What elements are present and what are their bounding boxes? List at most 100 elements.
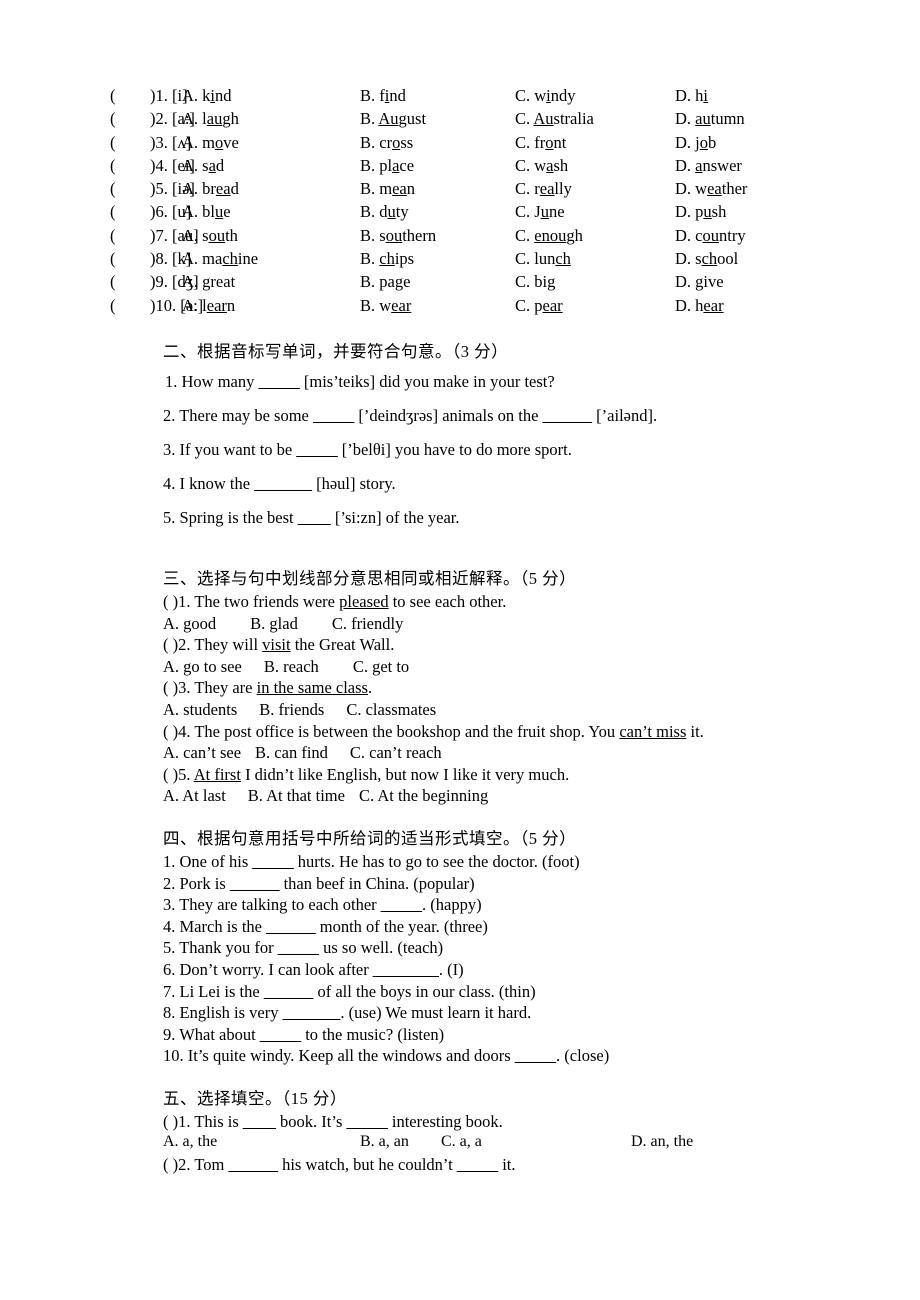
table-row: ()4. [ei] A. sad B. place C. wash D. answer: [110, 154, 840, 177]
option-b[interactable]: B. wear: [360, 294, 411, 317]
option-c[interactable]: C. get to: [353, 656, 409, 678]
answer-bracket[interactable]: (: [110, 107, 116, 130]
option-b[interactable]: B. page: [360, 270, 410, 293]
answer-blank[interactable]: ______: [264, 982, 314, 1001]
answer-blank[interactable]: ____: [298, 508, 331, 527]
answer-bracket[interactable]: ( )1.: [163, 1112, 191, 1131]
answer-blank[interactable]: _______: [254, 474, 312, 493]
option-b[interactable]: B. August: [360, 107, 426, 130]
option-c[interactable]: C. big: [515, 270, 555, 293]
option-d[interactable]: D. give: [675, 270, 724, 293]
answer-bracket[interactable]: (: [110, 154, 116, 177]
answer-bracket[interactable]: (: [110, 270, 116, 293]
option-a[interactable]: A. bread: [182, 177, 239, 200]
answer-bracket[interactable]: ( )4.: [163, 722, 191, 741]
option-a[interactable]: A. go to see: [163, 656, 242, 678]
answer-blank-1[interactable]: ______: [228, 1155, 278, 1174]
answer-blank[interactable]: _______: [283, 1003, 341, 1022]
answer-bracket[interactable]: ( )3.: [163, 678, 191, 697]
option-c[interactable]: C. Australia: [515, 107, 594, 130]
option-a[interactable]: A. sad: [182, 154, 224, 177]
option-b[interactable]: B. cross: [360, 131, 413, 154]
answer-blank[interactable]: _____: [252, 852, 293, 871]
answer-blank[interactable]: _____: [313, 406, 354, 425]
option-d[interactable]: D. autumn: [675, 107, 745, 130]
option-c[interactable]: C. friendly: [332, 613, 404, 635]
option-d[interactable]: D. answer: [675, 154, 742, 177]
option-c[interactable]: C. pear: [515, 294, 563, 317]
option-c[interactable]: C. really: [515, 177, 572, 200]
answer-bracket[interactable]: (: [110, 131, 116, 154]
option-c[interactable]: C. classmates: [346, 699, 436, 721]
option-b[interactable]: B. chips: [360, 247, 414, 270]
answer-blank[interactable]: _____: [296, 440, 337, 459]
option-a[interactable]: A. learn: [182, 294, 235, 317]
option-a[interactable]: A. laugh: [182, 107, 239, 130]
option-d[interactable]: D. hear: [675, 294, 724, 317]
answer-blank[interactable]: ______: [266, 917, 316, 936]
option-b[interactable]: B. place: [360, 154, 414, 177]
option-a[interactable]: A. blue: [182, 200, 231, 223]
option-c[interactable]: C. front: [515, 131, 566, 154]
answer-bracket[interactable]: (: [110, 200, 116, 223]
option-a[interactable]: A. At last: [163, 785, 226, 807]
option-b[interactable]: B. duty: [360, 200, 409, 223]
option-b[interactable]: B. a, an: [360, 1133, 409, 1151]
option-b[interactable]: B. find: [360, 84, 406, 107]
option-b[interactable]: B. At that time: [248, 785, 345, 807]
option-a[interactable]: A. south: [182, 224, 238, 247]
option-a[interactable]: A. a, the: [163, 1133, 217, 1151]
option-c[interactable]: C. At the beginning: [359, 785, 488, 807]
answer-blank[interactable]: _____: [260, 1025, 301, 1044]
answer-blank[interactable]: ______: [230, 874, 280, 893]
option-b[interactable]: B. mean: [360, 177, 415, 200]
answer-bracket[interactable]: (: [110, 177, 116, 200]
answer-bracket[interactable]: (: [110, 84, 116, 107]
option-b[interactable]: B. reach: [264, 656, 319, 678]
answer-blank-2[interactable]: _____: [347, 1112, 388, 1131]
answer-bracket[interactable]: ( )2.: [163, 1155, 191, 1174]
section-five-heading: 五、选择填空。（15 分）: [163, 1089, 347, 1108]
option-c[interactable]: C. June: [515, 200, 565, 223]
answer-blank-1[interactable]: ____: [243, 1112, 276, 1131]
answer-blank-2[interactable]: ______: [543, 406, 593, 425]
option-a[interactable]: A. good: [163, 613, 216, 635]
option-c[interactable]: C. a, a: [441, 1133, 482, 1151]
option-c[interactable]: C. lunch: [515, 247, 571, 270]
option-a[interactable]: A. students: [163, 699, 237, 721]
answer-bracket[interactable]: (: [110, 247, 116, 270]
option-b[interactable]: B. friends: [259, 699, 324, 721]
option-a[interactable]: A. move: [182, 131, 239, 154]
option-c[interactable]: C. windy: [515, 84, 576, 107]
answer-blank[interactable]: _____: [259, 372, 300, 391]
underlined-letters: au: [206, 109, 223, 129]
option-b[interactable]: B. southern: [360, 224, 436, 247]
option-d[interactable]: D. hi: [675, 84, 708, 107]
answer-blank[interactable]: _____: [278, 938, 319, 957]
option-a[interactable]: A. kind: [182, 84, 232, 107]
option-d[interactable]: D. country: [675, 224, 746, 247]
option-d[interactable]: D. school: [675, 247, 738, 270]
option-b[interactable]: B. glad: [250, 613, 298, 635]
answer-blank[interactable]: _____: [515, 1046, 556, 1065]
option-d[interactable]: D. weather: [675, 177, 747, 200]
option-c[interactable]: C. can’t reach: [350, 742, 442, 764]
option-d[interactable]: D. push: [675, 200, 726, 223]
answer-bracket[interactable]: ( )2.: [163, 635, 191, 654]
answer-blank-2[interactable]: _____: [457, 1155, 498, 1174]
option-b[interactable]: B. can find: [255, 742, 328, 764]
option-a[interactable]: A. machine: [182, 247, 258, 270]
option-a[interactable]: A. can’t see: [163, 742, 241, 764]
answer-bracket[interactable]: (: [110, 224, 116, 247]
option-c[interactable]: C. wash: [515, 154, 568, 177]
option-c[interactable]: C. enough: [515, 224, 583, 247]
answer-blank[interactable]: _____: [381, 895, 422, 914]
answer-bracket[interactable]: ( )1.: [163, 592, 191, 611]
question-number: 7.: [163, 981, 176, 1001]
answer-bracket[interactable]: ( )5.: [163, 765, 191, 784]
option-a[interactable]: A. great: [182, 270, 235, 293]
answer-bracket[interactable]: (: [110, 294, 116, 317]
option-d[interactable]: D. an, the: [631, 1133, 693, 1151]
option-d[interactable]: D. job: [675, 131, 716, 154]
answer-blank[interactable]: ________: [373, 960, 439, 979]
